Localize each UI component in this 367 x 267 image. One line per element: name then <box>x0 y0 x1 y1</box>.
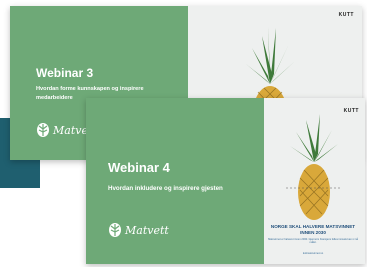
card-title: Webinar 3 <box>36 66 94 80</box>
matvett-logo: Matvett <box>108 222 169 238</box>
pineapple-photo: KUTT NORGE SKAL HALVERE MATSVINNET INNEN… <box>264 98 365 264</box>
card-title: Webinar 4 <box>108 160 170 175</box>
matvett-leaf-icon <box>109 223 121 237</box>
green-panel: Webinar 4 Hvordan inkludere og inspirere… <box>86 98 264 264</box>
slogan-link: kuttmatsvinnet.no <box>302 252 324 255</box>
webinar-4-card[interactable]: Webinar 4 Hvordan inkludere og inspirere… <box>86 98 365 264</box>
kutt-logo: KUTT <box>338 12 354 18</box>
pineapple-illustration <box>286 114 342 220</box>
kutt-logo: KUTT <box>343 108 359 114</box>
slogan-body: Matsvinnet er halveret innen 2030. Gjenn… <box>268 238 358 245</box>
matvett-leaf-icon <box>37 123 49 137</box>
slogan-headline: NORGE SKAL HALVERE MATSVINNET INNEN 2030 <box>270 224 356 235</box>
card-subtitle: Hvordan inkludere og inspirere gjesten <box>108 185 223 192</box>
logo-text: Matvett <box>125 223 169 237</box>
